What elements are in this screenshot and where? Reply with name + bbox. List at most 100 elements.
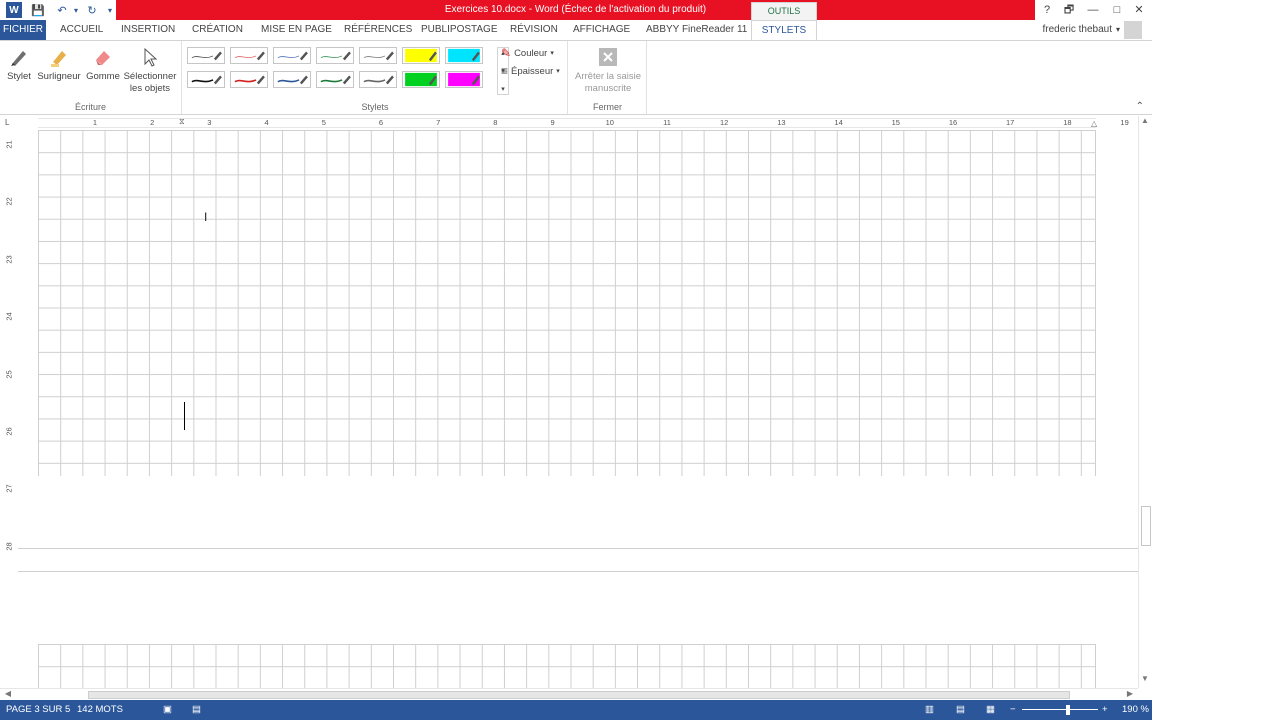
- maximize-button[interactable]: □: [1106, 0, 1128, 20]
- help-button[interactable]: ?: [1036, 0, 1058, 20]
- word-count[interactable]: 142 MOTS: [77, 700, 123, 720]
- zoom-slider-track[interactable]: [1022, 709, 1098, 710]
- ruler-number: 2: [150, 118, 155, 127]
- vertical-scroll-thumb[interactable]: [1141, 506, 1151, 546]
- close-button[interactable]: ✕: [1128, 0, 1150, 20]
- pen-preset-2[interactable]: [230, 47, 268, 64]
- horizontal-scrollbar[interactable]: ◀ ▶: [0, 688, 1138, 700]
- horizontal-ruler[interactable]: L 1 2 3 4 5 6 7 8 9 10 11 12 13 14 15 16 17 18 19 ⧖ △: [0, 116, 1152, 130]
- select-objects-button[interactable]: Sélectionner les objets: [122, 45, 178, 95]
- epaisseur-button[interactable]: ≡ Épaisseur ▾: [501, 64, 560, 78]
- scroll-right-arrow[interactable]: ▶: [1124, 689, 1136, 698]
- vruler-number: 22: [4, 197, 14, 207]
- tab-abbyy[interactable]: ABBYY FineReader 11: [640, 20, 753, 40]
- stop-label-2: manuscrite: [584, 83, 632, 94]
- minimize-button[interactable]: —: [1082, 0, 1104, 20]
- pen-preset-10[interactable]: [273, 71, 311, 88]
- pen-preset-12[interactable]: [359, 71, 397, 88]
- highlighter-icon: [47, 45, 71, 69]
- group-label-fermer: Fermer: [593, 102, 622, 112]
- surligneur-button[interactable]: Surligneur: [36, 45, 82, 83]
- gomme-button[interactable]: Gomme: [84, 45, 122, 83]
- pen-preset-13[interactable]: [402, 71, 440, 88]
- ruler-number: 1: [92, 118, 98, 127]
- surligneur-label: Surligneur: [37, 71, 81, 82]
- tab-mise-en-page[interactable]: MISE EN PAGE: [255, 20, 338, 40]
- cursor-arrow-icon: [138, 45, 162, 69]
- chevron-down-icon: ▾: [550, 50, 554, 57]
- tab-references[interactable]: RÉFÉRENCES: [338, 20, 418, 40]
- pen-preset-9[interactable]: [230, 71, 268, 88]
- ribbon-display-options-button[interactable]: 🗗: [1058, 0, 1080, 20]
- tab-publipostage[interactable]: PUBLIPOSTAGE: [415, 20, 504, 40]
- tab-selector[interactable]: L: [5, 118, 9, 127]
- close-ink-icon: [596, 45, 620, 69]
- print-layout-icon[interactable]: ▤: [956, 700, 965, 720]
- tab-revision[interactable]: RÉVISION: [504, 20, 564, 40]
- select-label-2: les objets: [129, 83, 171, 94]
- tab-stylets[interactable]: STYLETS: [751, 20, 817, 40]
- mouse-ibeam-icon: I: [204, 210, 208, 224]
- pen-preset-1[interactable]: [187, 47, 225, 64]
- couleur-button[interactable]: ✎ Couleur ▾: [501, 46, 554, 60]
- macro-record-icon[interactable]: ▤: [192, 700, 201, 720]
- user-account[interactable]: frederic thebaut ▾: [1042, 20, 1142, 40]
- context-tab-outils-encre: OUTILS ENCRE: [751, 2, 817, 32]
- pen-preset-7[interactable]: [445, 47, 483, 64]
- document-area[interactable]: I: [18, 130, 1138, 688]
- zoom-level[interactable]: 190 %: [1122, 700, 1149, 720]
- tab-accueil[interactable]: ACCUEIL: [54, 20, 109, 40]
- zoom-out-button[interactable]: −: [1010, 700, 1016, 720]
- zoom-in-button[interactable]: +: [1102, 700, 1108, 720]
- stop-ink-button[interactable]: Arrêter la saisie manuscrite: [571, 45, 645, 95]
- stylet-button[interactable]: Stylet: [5, 45, 33, 83]
- pen-preset-3[interactable]: [273, 47, 311, 64]
- window-title: Exercices 10.docx - Word (Échec de l'act…: [444, 4, 707, 15]
- read-mode-icon[interactable]: ▥: [925, 700, 934, 720]
- page-indicator[interactable]: PAGE 3 SUR 5: [6, 700, 70, 720]
- group-ecriture: Stylet Surligneur Gomme Sélectionner les…: [0, 41, 182, 114]
- word-app-icon[interactable]: W: [6, 2, 22, 18]
- vruler-number: 23: [4, 255, 14, 264]
- collapse-ribbon-icon[interactable]: ⌃: [1136, 101, 1144, 112]
- right-indent-marker-icon[interactable]: △: [1091, 119, 1097, 128]
- status-bar: PAGE 3 SUR 5 142 MOTS ▣ ▤ ▥ ▤ ▦ − + 190 …: [0, 700, 1152, 720]
- tab-insertion[interactable]: INSERTION: [115, 20, 181, 40]
- vertical-ruler[interactable]: 21 22 23 24 25 26 27 28: [0, 130, 18, 688]
- pen-preset-5[interactable]: [359, 47, 397, 64]
- tab-fichier[interactable]: FICHIER: [0, 20, 46, 40]
- group-stylets: ▴ ▾ ▾ ✎ Couleur ▾ ≡ Épaisseur ▾ Stylets: [183, 41, 568, 114]
- indent-marker-icon[interactable]: ⧖: [179, 117, 185, 127]
- scroll-left-arrow[interactable]: ◀: [2, 689, 14, 698]
- grid-page-area[interactable]: [38, 130, 1096, 476]
- save-icon[interactable]: 💾: [30, 2, 46, 18]
- vruler-number: 21: [4, 140, 14, 149]
- proofing-icon[interactable]: ▣: [163, 700, 172, 720]
- pen-preset-4[interactable]: [316, 47, 354, 64]
- scroll-down-arrow[interactable]: ▼: [1139, 674, 1151, 683]
- pen-preset-14[interactable]: [445, 71, 483, 88]
- horizontal-scroll-thumb[interactable]: [88, 691, 1070, 699]
- vruler-number: 27: [4, 484, 14, 494]
- gomme-label: Gomme: [86, 71, 120, 82]
- web-layout-icon[interactable]: ▦: [986, 700, 995, 720]
- tab-affichage[interactable]: AFFICHAGE: [567, 20, 636, 40]
- ruler-number: 12: [720, 118, 729, 127]
- zoom-slider-knob[interactable]: [1066, 705, 1070, 715]
- vertical-scrollbar[interactable]: ▲ ▼: [1138, 116, 1152, 688]
- grid-next-page[interactable]: [38, 644, 1096, 688]
- scroll-up-arrow[interactable]: ▲: [1139, 116, 1151, 125]
- group-label-ecriture: Écriture: [74, 102, 106, 112]
- ruler-number: 17: [1006, 118, 1015, 127]
- ribbon: Stylet Surligneur Gomme Sélectionner les…: [0, 40, 1152, 115]
- pen-preset-6[interactable]: [402, 47, 440, 64]
- pen-preset-8[interactable]: [187, 71, 225, 88]
- undo-dropdown-icon[interactable]: ▾: [68, 2, 84, 18]
- redo-icon[interactable]: ↻: [84, 2, 100, 18]
- ruler-number: 4: [264, 118, 269, 127]
- couleur-label: Couleur: [514, 47, 548, 59]
- group-label-stylets: Stylets: [361, 102, 389, 112]
- tab-creation[interactable]: CRÉATION: [186, 20, 249, 40]
- user-name: frederic thebaut: [1042, 24, 1112, 35]
- pen-preset-11[interactable]: [316, 71, 354, 88]
